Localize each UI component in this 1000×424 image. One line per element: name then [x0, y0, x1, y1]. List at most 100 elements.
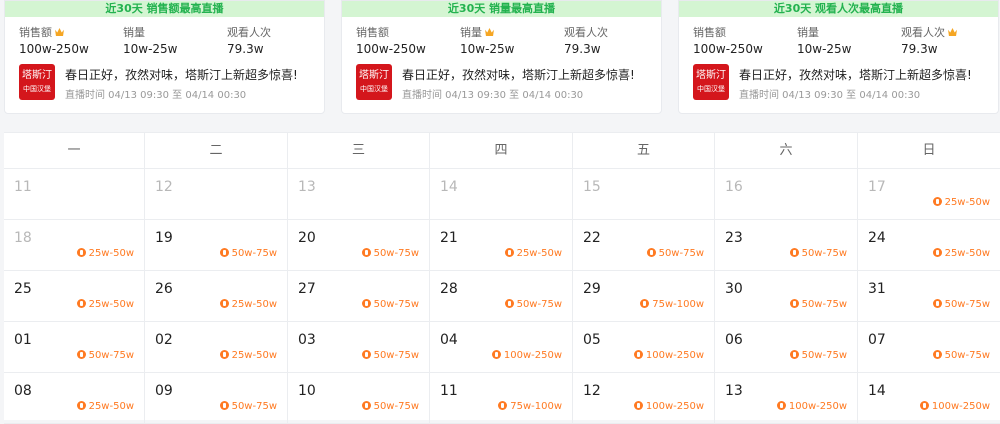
top-live-card[interactable]: 近30天 观看人次最高直播 销售额 100w-250w 销量 10w-25w 观… — [678, 0, 999, 114]
sales-range: 50w-75w — [76, 350, 134, 361]
day-number: 29 — [583, 281, 601, 297]
coin-icon — [76, 299, 86, 308]
calendar-day[interactable]: 27 50w-75w — [288, 271, 430, 322]
calendar-day[interactable]: 01 50w-75w — [4, 322, 145, 373]
sales-range-text: 50w-75w — [231, 248, 277, 259]
sales-range: 100w-250w — [633, 401, 704, 412]
coin-icon — [932, 248, 942, 257]
sales-range: 50w-75w — [932, 350, 990, 361]
metric-label: 销量 — [460, 26, 515, 39]
calendar-day[interactable]: 31 50w-75w — [858, 271, 1000, 322]
coin-icon — [789, 299, 799, 308]
coin-icon — [491, 350, 501, 359]
day-number: 06 — [725, 332, 743, 348]
day-number: 12 — [583, 383, 601, 399]
sales-range-text: 100w-250w — [503, 350, 562, 361]
top-live-card[interactable]: 近30天 销售额最高直播 销售额 100w-250w 销量 10w-25w 观看… — [4, 0, 325, 114]
weekday-label: 日 — [858, 133, 1000, 169]
calendar-day[interactable]: 18 25w-50w — [4, 220, 145, 271]
sales-range: 50w-75w — [504, 299, 562, 310]
coin-icon — [646, 248, 656, 257]
calendar-day[interactable]: 10 50w-75w — [288, 373, 430, 424]
calendar-day[interactable]: 20 50w-75w — [288, 220, 430, 271]
calendar-day[interactable]: 12 — [145, 169, 288, 220]
calendar-day[interactable]: 29 75w-100w — [573, 271, 715, 322]
top-live-card[interactable]: 近30天 销量最高直播 销售额 100w-250w 销量 10w-25w 观看人… — [341, 0, 662, 114]
live-title: 春日正好，孜然对味，塔斯汀上新超多惊喜! — [402, 68, 635, 82]
sales-range-text: 50w-75w — [231, 401, 277, 412]
calendar-day[interactable]: 30 50w-75w — [715, 271, 858, 322]
logo-mark: 塔斯汀 — [696, 70, 726, 81]
day-number: 17 — [868, 179, 886, 195]
week-row: 01 50w-75w 02 25w-50w 03 50w-75w 04 100w-250w 05… — [4, 322, 1000, 373]
sales-range: 50w-75w — [932, 299, 990, 310]
day-number: 30 — [725, 281, 743, 297]
calendar-day[interactable]: 11 75w-100w — [430, 373, 573, 424]
calendar-day[interactable]: 02 25w-50w — [145, 322, 288, 373]
live-session[interactable]: 塔斯汀 中国汉堡 春日正好，孜然对味，塔斯汀上新超多惊喜! 直播时间 04/13… — [693, 64, 992, 102]
calendar-day[interactable]: 23 50w-75w — [715, 220, 858, 271]
logo-text: 中国汉堡 — [23, 85, 51, 93]
sales-range-text: 50w-75w — [373, 299, 419, 310]
day-number: 28 — [440, 281, 458, 297]
calendar-day[interactable]: 13 100w-250w — [715, 373, 858, 424]
logo-mark: 塔斯汀 — [359, 70, 389, 81]
coin-icon — [76, 248, 86, 257]
calendar-day[interactable]: 24 25w-50w — [858, 220, 1000, 271]
day-number: 26 — [155, 281, 173, 297]
metric-label: 销售额 — [693, 26, 726, 39]
sales-range-text: 50w-75w — [516, 299, 562, 310]
calendar-day[interactable]: 11 — [4, 169, 145, 220]
calendar-day[interactable]: 26 25w-50w — [145, 271, 288, 322]
sales-range-text: 75w-100w — [510, 401, 562, 412]
live-session[interactable]: 塔斯汀 中国汉堡 春日正好，孜然对味，塔斯汀上新超多惊喜! 直播时间 04/13… — [19, 64, 318, 102]
calendar-day[interactable]: 17 25w-50w — [858, 169, 1000, 220]
calendar-day[interactable]: 13 — [288, 169, 430, 220]
metric-label: 观看人次 — [901, 26, 957, 39]
calendar-day[interactable]: 12 100w-250w — [573, 373, 715, 424]
logo-text: 中国汉堡 — [360, 85, 388, 93]
day-number: 01 — [14, 332, 32, 348]
weekday-label: 一 — [4, 133, 145, 169]
sales-range: 25w-50w — [76, 248, 134, 259]
calendar-day[interactable]: 28 50w-75w — [430, 271, 573, 322]
sales-range-text: 25w-50w — [231, 299, 277, 310]
calendar-day[interactable]: 25 25w-50w — [4, 271, 145, 322]
day-number: 25 — [14, 281, 32, 297]
day-number: 11 — [14, 179, 32, 195]
sales-range: 25w-50w — [504, 248, 562, 259]
week-row: 11 12 13 14 15 16 17 25w-50w — [4, 169, 1000, 220]
calendar-day[interactable]: 15 — [573, 169, 715, 220]
calendar-day[interactable]: 07 50w-75w — [858, 322, 1000, 373]
calendar-day[interactable]: 09 50w-75w — [145, 373, 288, 424]
calendar-day[interactable]: 16 — [715, 169, 858, 220]
weekday-label: 六 — [715, 133, 858, 169]
live-session[interactable]: 塔斯汀 中国汉堡 春日正好，孜然对味，塔斯汀上新超多惊喜! 直播时间 04/13… — [356, 64, 655, 102]
coin-icon — [504, 299, 514, 308]
sales-range: 50w-75w — [219, 401, 277, 412]
metric: 观看人次 79.3w — [564, 26, 608, 57]
calendar-day[interactable]: 08 25w-50w — [4, 373, 145, 424]
calendar-day[interactable]: 22 50w-75w — [573, 220, 715, 271]
calendar-day[interactable]: 14 100w-250w — [858, 373, 1000, 424]
calendar-day[interactable]: 21 25w-50w — [430, 220, 573, 271]
day-number: 19 — [155, 230, 173, 246]
calendar-day[interactable]: 19 50w-75w — [145, 220, 288, 271]
brand-logo: 塔斯汀 中国汉堡 — [693, 64, 729, 100]
calendar-day[interactable]: 05 100w-250w — [573, 322, 715, 373]
day-number: 07 — [868, 332, 886, 348]
card-banner: 近30天 销售额最高直播 — [5, 1, 324, 17]
sales-range: 25w-50w — [932, 248, 990, 259]
sales-range: 50w-75w — [789, 248, 847, 259]
coin-icon — [76, 401, 86, 410]
sales-range-text: 50w-75w — [88, 350, 134, 361]
live-title: 春日正好，孜然对味，塔斯汀上新超多惊喜! — [739, 68, 972, 82]
week-row: 25 25w-50w 26 25w-50w 27 50w-75w 28 50w-75w 29 75… — [4, 271, 1000, 322]
calendar-day[interactable]: 04 100w-250w — [430, 322, 573, 373]
calendar-day[interactable]: 06 50w-75w — [715, 322, 858, 373]
calendar-day[interactable]: 03 50w-75w — [288, 322, 430, 373]
sales-range: 25w-50w — [219, 350, 277, 361]
calendar-day[interactable]: 14 — [430, 169, 573, 220]
sales-range-text: 25w-50w — [88, 248, 134, 259]
card-banner: 近30天 销量最高直播 — [342, 1, 661, 17]
